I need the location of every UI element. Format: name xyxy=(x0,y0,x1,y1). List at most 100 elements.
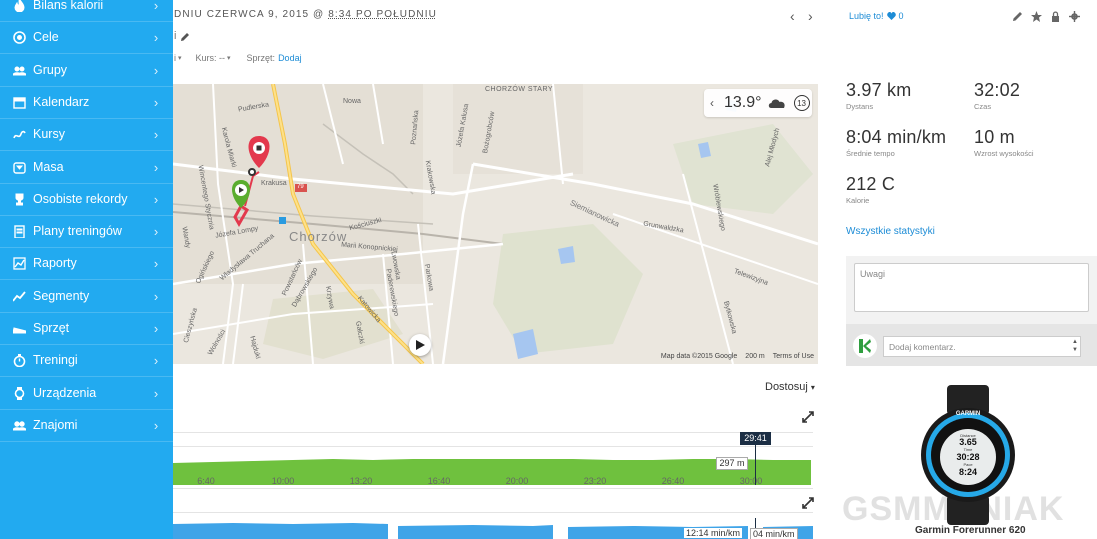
x-tick-label: 23:20 xyxy=(583,476,607,486)
chevron-right-icon: › xyxy=(153,417,159,433)
sidebar-item-label: Grupy xyxy=(33,63,68,77)
activity-map[interactable]: Pudlerska Nowa CHORZÓW STARY Józefa Kalu… xyxy=(173,84,818,364)
graph-cursor-time: 29:41 xyxy=(740,432,771,445)
shoe-icon xyxy=(12,321,26,335)
activity-type-caret-icon[interactable]: ▾ xyxy=(178,54,182,62)
sidebar-item-3[interactable]: Grupy › xyxy=(0,54,173,86)
chevron-right-icon: › xyxy=(153,255,159,271)
previous-activity-button[interactable]: ‹ xyxy=(790,8,802,24)
weather-temperature: 13.9° xyxy=(724,94,762,111)
activity-type-fragment[interactable]: i xyxy=(174,53,176,63)
chevron-right-icon: › xyxy=(153,94,159,110)
sidebar-item-12[interactable]: Treningi › xyxy=(0,344,173,376)
edit-title-pencil-icon[interactable] xyxy=(180,32,190,42)
graph-gridline xyxy=(173,512,813,513)
sidebar-item-9[interactable]: Raporty › xyxy=(0,247,173,279)
group-icon xyxy=(12,63,26,77)
sidebar-item-label: Kursy xyxy=(33,127,65,141)
activity-actions xyxy=(1012,9,1081,22)
graph-cursor-line xyxy=(755,445,756,485)
x-tick-label: 26:40 xyxy=(661,476,685,486)
sidebar-item-label: Masa xyxy=(33,160,64,174)
notes-textarea[interactable]: Uwagi xyxy=(854,263,1089,312)
play-icon xyxy=(415,340,425,350)
course-icon xyxy=(12,127,26,141)
expand-graph-icon[interactable] xyxy=(802,497,814,509)
sidebar-item-4[interactable]: Kalendarz › xyxy=(0,86,173,118)
sidebar-item-label: Cele xyxy=(33,30,59,44)
activity-date: DNIU CZERWCA 9, 2015 @ 8:34 PO POŁUDNIU xyxy=(174,9,437,20)
customize-graphs-dropdown[interactable]: Dostosuj ▾ xyxy=(765,381,815,393)
weather-timer-icon[interactable]: 13 xyxy=(793,95,810,111)
sidebar-item-8[interactable]: Plany treningów › xyxy=(0,215,173,247)
settings-gear-icon[interactable] xyxy=(1069,9,1081,22)
stat-time-value: 32:02 xyxy=(974,80,1021,100)
gear-label: Sprzęt: xyxy=(246,53,276,63)
chevron-right-icon: › xyxy=(153,29,159,45)
like-button[interactable]: Lubię to! 0 xyxy=(849,11,904,21)
map-scale: 200 m xyxy=(745,353,765,360)
device-caption: Garmin Forerunner 620 xyxy=(915,525,1026,536)
map-playback-button[interactable] xyxy=(409,334,431,356)
watch-brand: GARMIN xyxy=(956,411,980,417)
watch-field-value: 8:24 xyxy=(959,467,977,477)
watch-field-value: 3.65 xyxy=(959,437,977,447)
stat-ascent: 10 m Wzrost wysokości xyxy=(974,127,1034,158)
gear-add-link[interactable]: Dodaj xyxy=(278,53,302,63)
sidebar-item-10[interactable]: Segmenty › xyxy=(0,280,173,312)
sidebar-item-label: Raporty xyxy=(33,256,77,270)
sidebar-item-7[interactable]: Osobiste rekordy › xyxy=(0,183,173,215)
course-select[interactable]: Kurs: -- xyxy=(196,53,226,63)
x-tick-label: 10:00 xyxy=(271,476,295,486)
sidebar-divider xyxy=(0,441,173,442)
privacy-lock-icon[interactable] xyxy=(1050,9,1062,22)
course-caret-icon[interactable]: ▾ xyxy=(227,54,231,62)
map-terms-link[interactable]: Terms of Use xyxy=(773,353,814,360)
calendar-icon xyxy=(12,95,26,109)
report-icon xyxy=(12,256,26,270)
sidebar-item-14[interactable]: Znajomi › xyxy=(0,409,173,441)
expand-graph-icon[interactable] xyxy=(802,411,814,423)
sidebar-item-13[interactable]: Urządzenia › xyxy=(0,377,173,409)
activity-time: 8:34 PO POŁUDNIU xyxy=(328,9,437,20)
weather-widget[interactable]: ‹ 13.9° 13 xyxy=(704,89,812,117)
elevation-tooltip: 297 m xyxy=(716,457,748,470)
map-attribution: Map data ©2015 Google 200 m Terms of Use xyxy=(661,353,814,360)
heart-icon xyxy=(886,12,896,20)
next-activity-button[interactable]: › xyxy=(808,8,820,24)
pace-tooltip: 04 min/km xyxy=(750,528,798,539)
sidebar-item-label: Osobiste rekordy xyxy=(33,192,128,206)
map-label: CHORZÓW STARY xyxy=(485,86,554,93)
chevron-right-icon: › xyxy=(153,0,159,13)
chevron-right-icon: › xyxy=(153,320,159,336)
x-tick-label: 13:20 xyxy=(349,476,373,486)
comment-input[interactable]: Dodaj komentarz. xyxy=(883,336,1081,357)
sidebar-item-2[interactable]: Cele › xyxy=(0,21,173,53)
sidebar-item-label: Treningi xyxy=(33,353,78,367)
stat-distance-value: 3.97 km xyxy=(846,80,912,100)
sidebar-item-label: Znajomi xyxy=(33,418,78,432)
all-stats-link[interactable]: Wszystkie statystyki xyxy=(846,226,935,237)
stat-distance: 3.97 km Dystans xyxy=(846,80,911,111)
sidebar-item-11[interactable]: Sprzęt › xyxy=(0,312,173,344)
flame-icon xyxy=(12,0,26,12)
customize-caret-icon: ▾ xyxy=(810,383,815,392)
sidebar-item-1[interactable]: Bilans kalorii › xyxy=(0,0,173,21)
favorite-star-icon[interactable] xyxy=(1031,9,1043,22)
stat-ascent-value: 10 m xyxy=(974,127,1015,147)
x-tick-label: 30:00 xyxy=(739,476,763,486)
activity-title-fragment: i xyxy=(174,30,177,42)
comment-scroll-arrows[interactable]: ▲ ▼ xyxy=(1071,338,1079,356)
weather-prev-icon[interactable]: ‹ xyxy=(710,96,718,110)
segment-icon xyxy=(12,289,26,303)
chevron-right-icon: › xyxy=(153,62,159,78)
sidebar-item-5[interactable]: Kursy › xyxy=(0,118,173,150)
customize-label: Dostosuj xyxy=(765,381,808,393)
sidebar-item-6[interactable]: Masa › xyxy=(0,151,173,183)
scale-icon xyxy=(12,160,26,174)
edit-pencil-icon[interactable] xyxy=(1012,9,1024,21)
x-tick-label: 20:00 xyxy=(505,476,529,486)
cloud-icon xyxy=(768,99,785,108)
chevron-right-icon: › xyxy=(153,159,159,175)
sidebar-item-label: Urządzenia xyxy=(33,386,97,400)
